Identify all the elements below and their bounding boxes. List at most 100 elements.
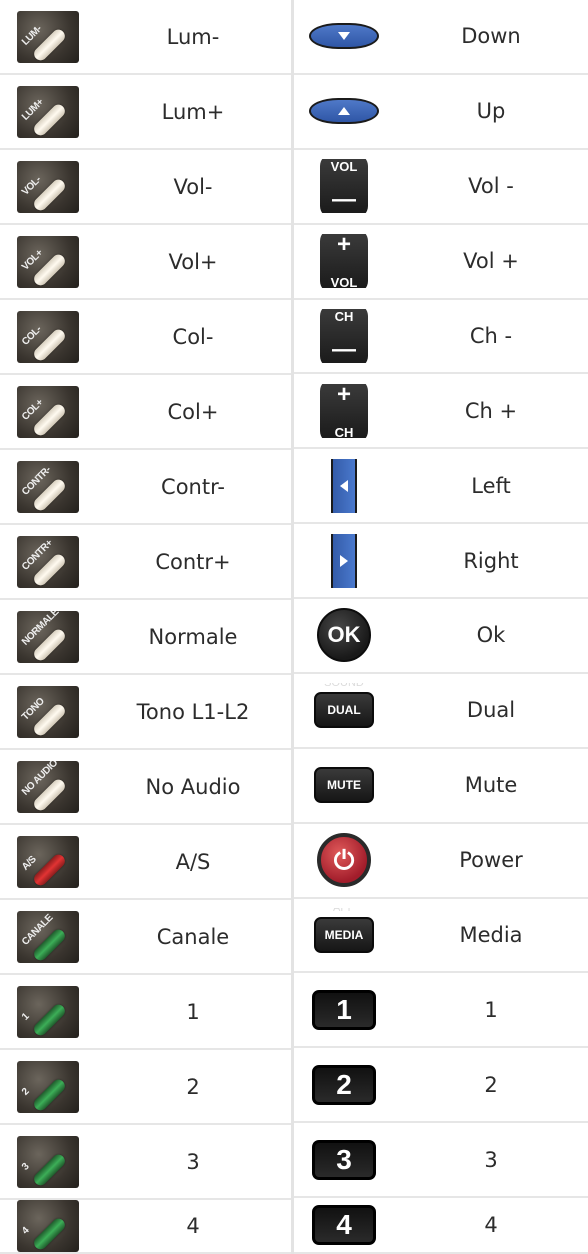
rect-key: APP MEDIA	[314, 908, 374, 953]
key-function-label: Power	[459, 848, 523, 873]
right-row: VOL + Vol +	[294, 225, 588, 300]
lum-plus-icon: LUM+	[16, 85, 79, 138]
key-legend: 2	[19, 1085, 31, 1098]
rect-key-caption: SOUND	[324, 683, 364, 690]
left-row: 44	[0, 1200, 291, 1254]
power-key: ⏻	[317, 833, 371, 888]
remote-key-mapping-table: LUM- Lum- LUM+ Lum+ VOL- Vol- VOL+ Vol+ COL- Col-…	[0, 0, 588, 1254]
key-function-label: Ch +	[464, 398, 518, 423]
left-row: 11	[0, 975, 291, 1050]
key-function-label: Contr-	[161, 474, 225, 499]
side-arrow-key	[331, 533, 357, 588]
normale-icon: NORMALE	[16, 610, 79, 663]
key-legend: 3	[19, 1160, 31, 1173]
number-4-icon: 4	[16, 1200, 79, 1252]
key-function-label: 2	[186, 1074, 200, 1099]
key-function-label: Col+	[167, 399, 219, 424]
number-key: 2	[312, 1064, 376, 1105]
key-2-icon: 2	[309, 1058, 379, 1112]
rocker-key-legend: VOL	[330, 159, 358, 175]
rect-key-legend: MEDIA	[324, 927, 364, 942]
left-triangle-icon	[340, 479, 348, 492]
contr-plus-icon: CONTR+	[16, 535, 79, 588]
modern-key-rows: Down Up VOL — Vol - VOL + Vol + CH — Ch - CH + Ch + Le…	[294, 0, 588, 1254]
right-row: Up	[294, 75, 588, 150]
col-minus-icon: COL-	[16, 310, 79, 363]
right-row: SOUND DUAL Dual	[294, 674, 588, 749]
number-3-icon: 3	[16, 1135, 79, 1188]
key-shape	[30, 1151, 68, 1188]
key-shape	[30, 1001, 68, 1038]
left-row: CONTR+ Contr+	[0, 525, 291, 600]
right-row: 22	[294, 1048, 588, 1124]
rect-key-legend: DUAL	[327, 703, 361, 718]
rocker-key-symbol: +	[336, 383, 351, 408]
left-arrow-icon	[309, 458, 379, 513]
legacy-key-rows: LUM- Lum- LUM+ Lum+ VOL- Vol- VOL+ Vol+ COL- Col-…	[0, 0, 291, 1254]
right-arrow-icon	[309, 533, 379, 588]
left-row: VOL- Vol-	[0, 150, 291, 225]
left-row: CONTR- Contr-	[0, 450, 291, 525]
right-triangle-icon	[340, 554, 348, 567]
power-icon: ⏻	[309, 833, 379, 888]
tono-icon: TONO	[16, 685, 79, 738]
down-arrow-icon	[309, 9, 379, 63]
key-function-label: Ok	[476, 623, 506, 648]
key-function-label: Canale	[156, 924, 230, 949]
left-row: COL- Col-	[0, 300, 291, 375]
number-1-icon: 1	[16, 985, 79, 1038]
key-function-label: A/S	[175, 849, 211, 874]
key-function-label: 3	[484, 1147, 498, 1172]
left-row: LUM- Lum-	[0, 0, 291, 75]
rocker-key: VOL +	[320, 234, 368, 289]
left-row: NORMALE Normale	[0, 600, 291, 675]
rocker-key-symbol: —	[332, 335, 356, 363]
key-function-label: Media	[459, 922, 523, 947]
dual-button-icon: SOUND DUAL	[309, 683, 379, 737]
vol-plus-button-icon: VOL +	[309, 234, 379, 289]
key-function-label: 1	[186, 999, 200, 1024]
key-function-label: Vol +	[463, 249, 519, 274]
left-row: 33	[0, 1125, 291, 1200]
round-key: OK	[317, 608, 371, 663]
key-function-label: Down	[461, 24, 521, 49]
key-function-label: Dual	[466, 698, 516, 723]
key-function-label: Col-	[172, 324, 214, 349]
number-key: 3	[312, 1139, 376, 1180]
key-function-label: 2	[484, 1072, 498, 1097]
no-audio-icon: NO AUDIO	[16, 760, 79, 813]
right-row: CH — Ch -	[294, 300, 588, 375]
key-1-icon: 1	[309, 983, 379, 1037]
key-function-label: 4	[186, 1214, 200, 1238]
key-function-label: Vol -	[468, 174, 514, 199]
key-legend: 1	[19, 1010, 31, 1023]
right-row: MUTE Mute	[294, 749, 588, 824]
vol-plus-icon: VOL+	[16, 235, 79, 288]
a-s-icon: A/S	[16, 835, 79, 888]
rocker-key-legend: CH	[334, 424, 354, 438]
col-plus-icon: COL+	[16, 385, 79, 438]
key-function-label: Normale	[148, 624, 238, 649]
right-row: 33	[294, 1123, 588, 1198]
key-function-label: Right	[463, 548, 519, 573]
number-2-icon: 2	[16, 1060, 79, 1113]
modern-remote-column: Down Up VOL — Vol - VOL + Vol + CH — Ch - CH + Ch + Le…	[294, 0, 588, 1254]
rect-key-caption: APP	[332, 907, 355, 914]
key-function-label: Lum-	[166, 24, 220, 49]
right-row: 11	[294, 973, 588, 1049]
legacy-remote-column: LUM- Lum- LUM+ Lum+ VOL- Vol- VOL+ Vol+ COL- Col-…	[0, 0, 294, 1254]
contr-minus-icon: CONTR-	[16, 460, 79, 513]
rocker-key: CH +	[320, 383, 368, 438]
rocker-key-legend: VOL	[330, 275, 358, 289]
key-function-label: Left	[471, 473, 511, 498]
side-arrow-key	[331, 458, 357, 513]
blue-arrow-key	[309, 98, 379, 125]
key-3-icon: 3	[309, 1133, 379, 1187]
canale-icon: CANALE	[16, 910, 79, 963]
rocker-key-symbol: —	[332, 186, 356, 214]
key-function-label: Up	[476, 99, 506, 124]
ch-minus-button-icon: CH —	[309, 308, 379, 363]
key-legend: 4	[19, 1225, 31, 1237]
key-shape	[30, 1076, 68, 1113]
up-arrow-icon	[309, 84, 379, 138]
